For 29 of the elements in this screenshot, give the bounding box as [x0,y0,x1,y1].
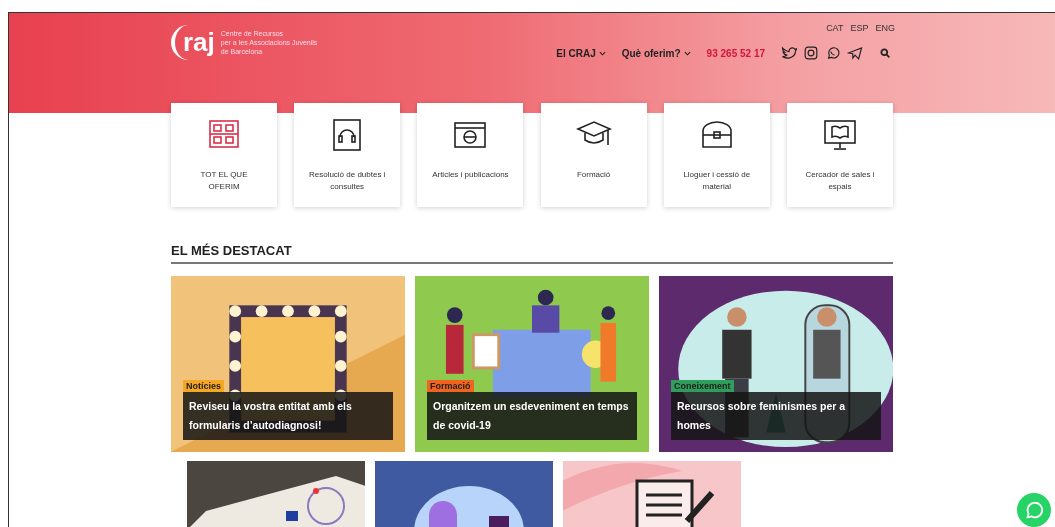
card-title: Recursos sobre feminismes per a homes [671,392,881,440]
chat-bubble-icon[interactable] [825,45,841,61]
card-title: Reviseu la vostra entitat amb els formularis d’autodiagnosi! [183,392,393,440]
service-card[interactable]: Resolució de dubtes i consultes [294,103,401,207]
paper-plane-icon[interactable] [847,45,863,61]
category-tag: Coneixement [671,380,734,392]
logo-mark[interactable]: raj [171,24,217,60]
chat-bubble-icon [1024,500,1044,520]
chevron-down-icon [598,50,606,56]
service-card[interactable]: Cercador de sales i espais [786,103,893,207]
nav-menu-link[interactable]: Què oferim? [621,47,691,59]
chevron-down-icon [683,50,691,56]
camera-icon[interactable] [803,45,819,61]
nav-menu-link[interactable]: El CRAJ [556,47,606,59]
language-link[interactable]: ESP [850,23,869,33]
language-link[interactable]: CAT [826,23,844,33]
featured-card[interactable]: Coneixement Recursos sobre feminismes per a homes [659,276,893,452]
category-tag: Formació [427,380,474,392]
category-tag: Notícies [183,380,224,392]
service-card[interactable]: TOT EL QUE OFERIM [171,103,277,207]
section-heading: EL MÉS DESTACAT [171,243,893,264]
service-card[interactable]: Formació [540,103,647,207]
service-card[interactable]: Articles i publicacions [417,103,524,207]
language-link[interactable]: ENG [875,23,895,33]
featured-card[interactable]: Notícies Reviseu la vostra entitat amb els formularis d’autodiagnosi! [171,276,405,452]
service-card[interactable]: Lloguer i cessió de material [663,103,770,207]
bird-icon[interactable] [781,45,797,61]
card-title: Organitzem un esdeveniment en temps de covid-19 [427,392,637,440]
featured-card[interactable]: Formació Organitzem un esdeveniment en temps de covid-19 [415,276,649,452]
